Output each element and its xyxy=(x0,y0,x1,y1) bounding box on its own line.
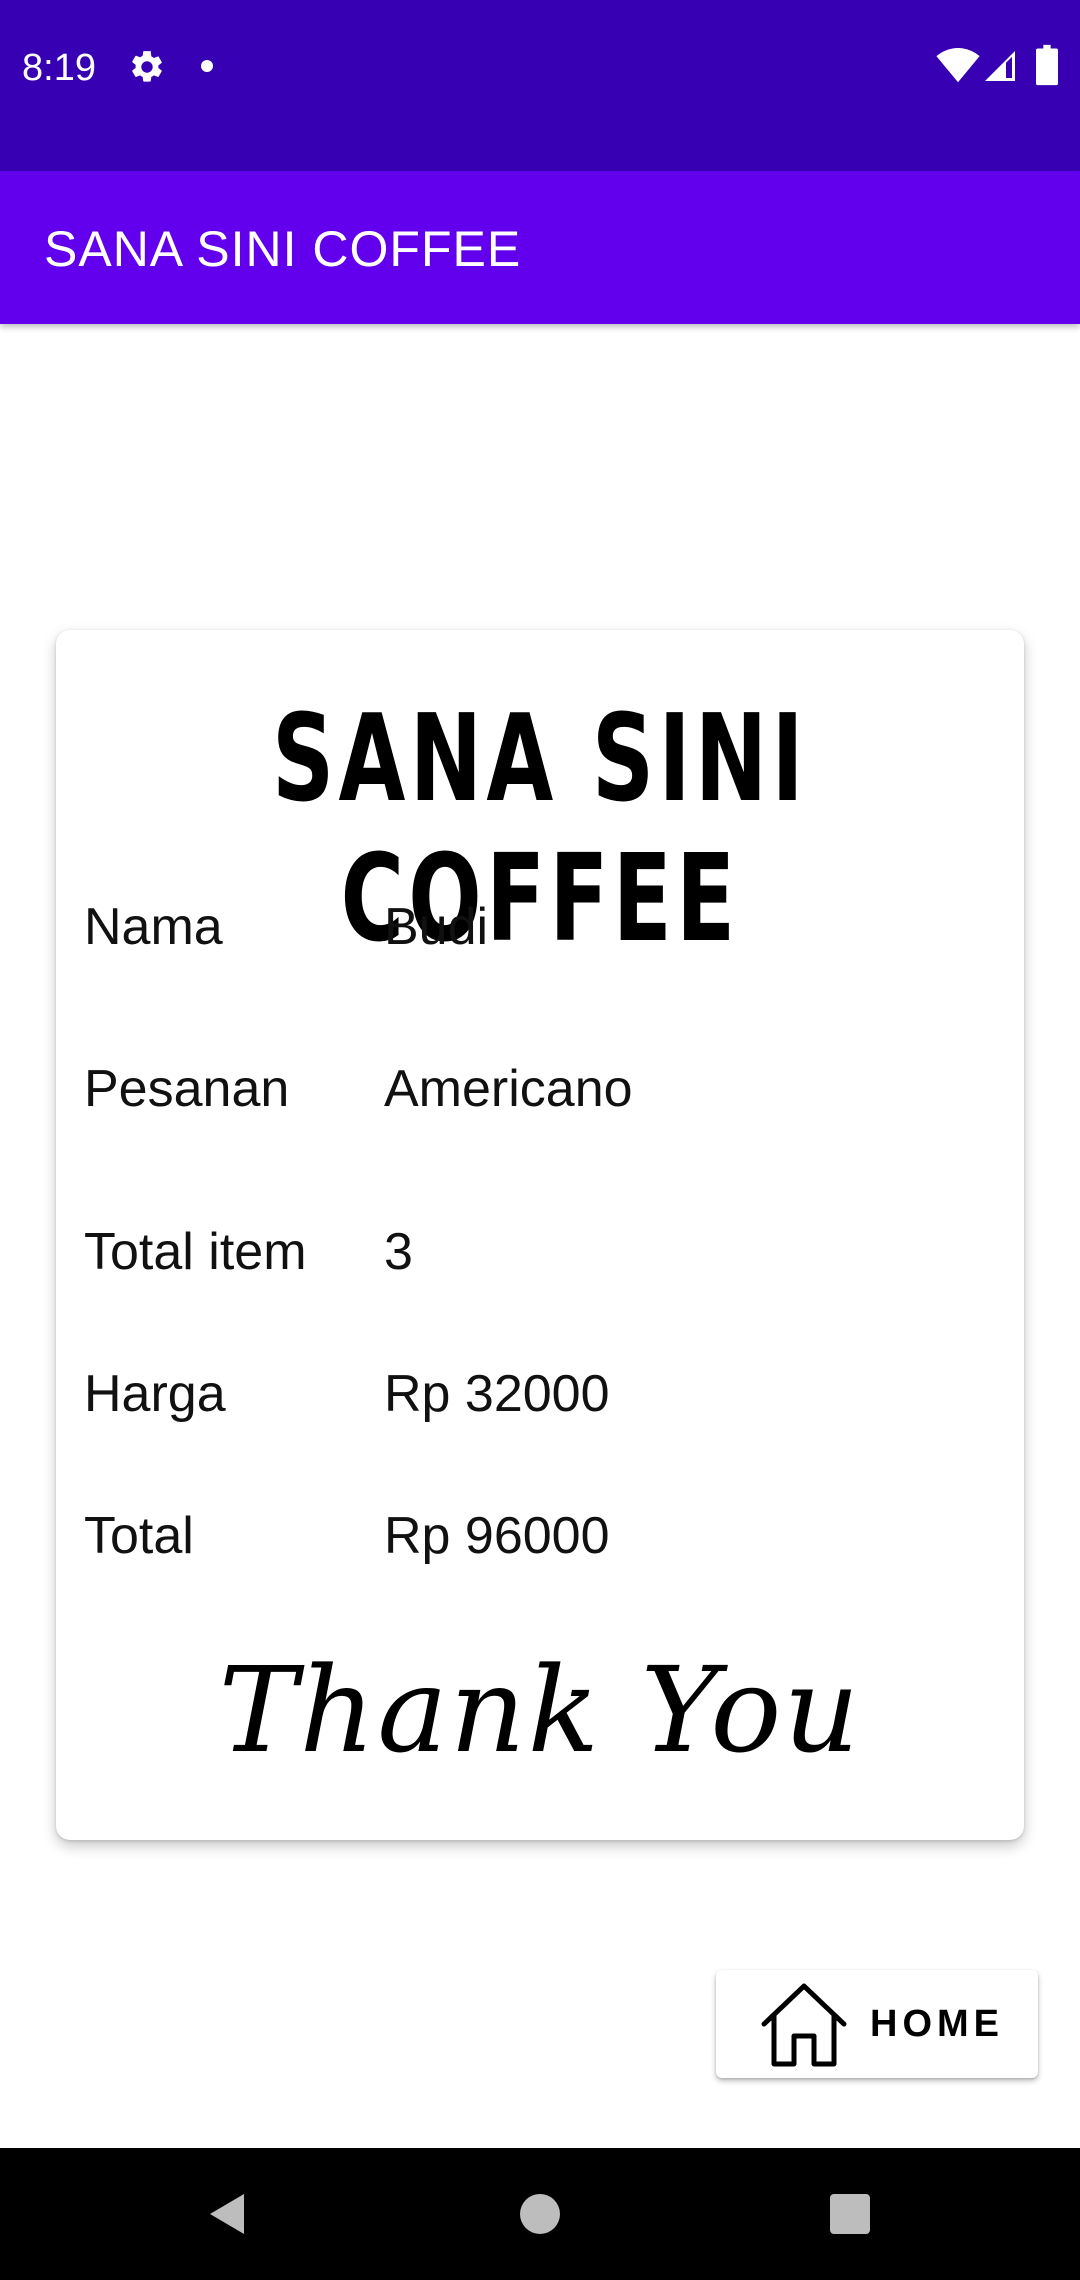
app-title: SANA SINI COFFEE xyxy=(44,221,522,277)
row-harga: Harga Rp 32000 xyxy=(84,1359,994,1429)
home-button-label: HOME xyxy=(870,2003,1004,2045)
home-circle-icon[interactable] xyxy=(520,2194,560,2234)
receipt-card: SANA SINI COFFEE Nama Budi Pesanan Ameri… xyxy=(56,630,1024,1840)
row-label: Harga xyxy=(84,1365,226,1423)
row-nama: Nama Budi xyxy=(84,892,994,962)
row-total: Total Rp 96000 xyxy=(84,1501,994,1571)
row-total-item: Total item 3 xyxy=(84,1217,994,1287)
row-value: 3 xyxy=(384,1223,413,1281)
row-label: Nama xyxy=(84,898,223,956)
row-value: Americano xyxy=(384,1060,633,1118)
home-icon xyxy=(761,1983,847,2067)
app-bar: SANA SINI COFFEE xyxy=(0,171,1080,324)
row-value: Budi xyxy=(384,898,489,956)
row-label: Total xyxy=(84,1507,194,1565)
thank-you-text: Thank You xyxy=(218,1641,862,1779)
row-label: Total item xyxy=(84,1223,307,1281)
wifi-icon xyxy=(936,48,980,83)
status-bar: 8:19 xyxy=(0,0,1080,171)
settings-icon xyxy=(132,51,162,82)
system-nav-bar xyxy=(0,2148,1080,2280)
notification-dot-icon xyxy=(201,60,213,72)
row-value: Rp 96000 xyxy=(384,1507,610,1565)
back-icon[interactable] xyxy=(204,2190,250,2238)
status-time: 8:19 xyxy=(22,47,96,89)
row-label: Pesanan xyxy=(84,1060,290,1118)
battery-icon xyxy=(1036,44,1058,86)
home-button[interactable]: HOME xyxy=(716,1970,1038,2078)
recents-icon[interactable] xyxy=(830,2194,870,2234)
row-value: Rp 32000 xyxy=(384,1365,610,1423)
signal-icon xyxy=(985,51,1015,81)
row-pesanan: Pesanan Americano xyxy=(84,1054,994,1124)
